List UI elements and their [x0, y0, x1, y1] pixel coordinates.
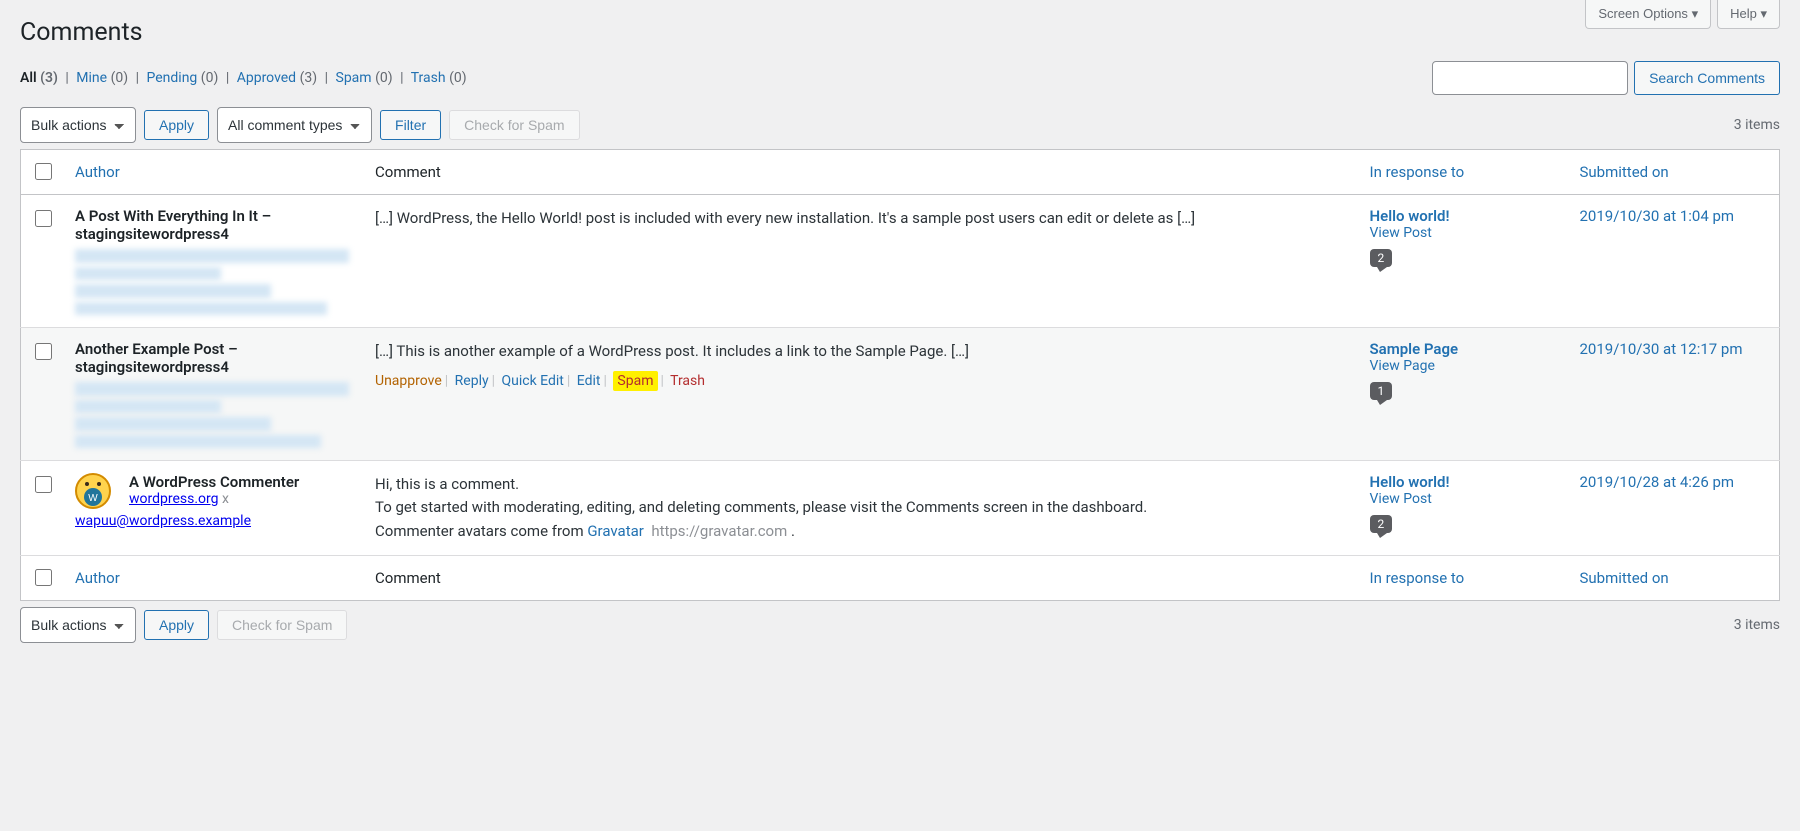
author-site[interactable]: wordpress.org: [129, 491, 219, 507]
col-comment: Comment: [365, 555, 1360, 600]
col-response[interactable]: In response to: [1360, 555, 1570, 600]
comment-types-select[interactable]: All comment types: [217, 107, 372, 143]
response-title[interactable]: Hello world!: [1370, 473, 1560, 491]
comment-text: […] This is another example of a WordPre…: [375, 340, 1350, 363]
page-title: Comments: [20, 18, 1780, 47]
items-count-bottom: 3 items: [1734, 617, 1780, 633]
apply-button-bottom[interactable]: Apply: [144, 610, 209, 640]
filter-spam[interactable]: Spam (0): [336, 70, 393, 86]
col-author[interactable]: Author: [65, 150, 365, 195]
date-link[interactable]: 2019/10/30 at 1:04 pm: [1580, 207, 1735, 225]
comments-table: Author Comment In response to Submitted …: [20, 149, 1780, 601]
author-email[interactable]: wapuu@wordpress.example: [75, 513, 251, 529]
filter-button[interactable]: Filter: [380, 110, 441, 140]
filter-approved[interactable]: Approved (3): [237, 70, 317, 86]
caret-down-icon: ▾: [1760, 6, 1767, 21]
table-row: W A WordPress Commenter wordpress.org x …: [21, 461, 1780, 556]
row-checkbox[interactable]: [35, 343, 52, 360]
response-view[interactable]: View Post: [1370, 491, 1560, 507]
row-actions: Unapprove| Reply| Quick Edit| Edit| Spam…: [375, 373, 1350, 389]
comment-text: Hi, this is a comment. To get started wi…: [365, 461, 1360, 556]
author-name: A Post With Everything In It – stagingsi…: [75, 207, 355, 243]
caret-down-icon: ▾: [1692, 6, 1699, 21]
filter-trash[interactable]: Trash (0): [411, 70, 467, 86]
select-all-checkbox-bottom[interactable]: [35, 569, 52, 586]
table-row: A Post With Everything In It – stagingsi…: [21, 195, 1780, 328]
comment-count-bubble[interactable]: 1: [1370, 382, 1393, 400]
select-all-checkbox[interactable]: [35, 163, 52, 180]
screen-options-button[interactable]: Screen Options ▾: [1585, 0, 1711, 29]
response-title[interactable]: Hello world!: [1370, 207, 1560, 225]
col-date[interactable]: Submitted on: [1570, 555, 1780, 600]
help-button[interactable]: Help ▾: [1717, 0, 1780, 29]
action-trash[interactable]: Trash: [670, 373, 705, 389]
col-author[interactable]: Author: [65, 555, 365, 600]
response-view[interactable]: View Post: [1370, 225, 1560, 241]
svg-text:W: W: [88, 493, 98, 504]
col-date[interactable]: Submitted on: [1570, 150, 1780, 195]
response-title[interactable]: Sample Page: [1370, 340, 1560, 358]
remove-link-icon[interactable]: x: [222, 491, 229, 507]
col-response[interactable]: In response to: [1360, 150, 1570, 195]
search-input[interactable]: [1432, 61, 1628, 95]
apply-button[interactable]: Apply: [144, 110, 209, 140]
filter-all[interactable]: All (3): [20, 70, 58, 86]
filter-pending[interactable]: Pending (0): [147, 70, 219, 86]
check-spam-button[interactable]: Check for Spam: [449, 110, 579, 140]
action-edit[interactable]: Edit: [577, 373, 601, 389]
comment-text: […] WordPress, the Hello World! post is …: [365, 195, 1360, 328]
date-link[interactable]: 2019/10/30 at 12:17 pm: [1580, 340, 1743, 358]
redacted-block: [75, 249, 355, 315]
items-count: 3 items: [1734, 117, 1780, 133]
comment-count-bubble[interactable]: 2: [1370, 515, 1393, 533]
action-unapprove[interactable]: Unapprove: [375, 373, 442, 389]
screen-options-label: Screen Options: [1598, 6, 1688, 21]
gravatar-link[interactable]: Gravatar: [587, 522, 644, 540]
bulk-actions-select-bottom[interactable]: Bulk actions: [20, 607, 136, 643]
author-name: A WordPress Commenter: [129, 473, 299, 491]
col-comment: Comment: [365, 150, 1360, 195]
row-checkbox[interactable]: [35, 476, 52, 493]
redacted-block: [75, 382, 355, 448]
avatar: W: [75, 473, 111, 509]
action-spam[interactable]: Spam: [617, 373, 653, 389]
response-view[interactable]: View Page: [1370, 358, 1560, 374]
row-checkbox[interactable]: [35, 210, 52, 227]
comment-count-bubble[interactable]: 2: [1370, 249, 1393, 267]
table-row: Another Example Post – stagingsitewordpr…: [21, 328, 1780, 461]
search-comments-button[interactable]: Search Comments: [1634, 61, 1780, 95]
action-quick-edit[interactable]: Quick Edit: [502, 373, 564, 389]
bulk-actions-select[interactable]: Bulk actions: [20, 107, 136, 143]
help-label: Help: [1730, 6, 1757, 21]
filter-links: All (3) | Mine (0) | Pending (0) | Appro…: [20, 70, 467, 86]
filter-mine[interactable]: Mine (0): [76, 70, 128, 86]
action-reply[interactable]: Reply: [455, 373, 489, 389]
check-spam-button-bottom[interactable]: Check for Spam: [217, 610, 347, 640]
author-name: Another Example Post – stagingsitewordpr…: [75, 340, 355, 376]
date-link[interactable]: 2019/10/28 at 4:26 pm: [1580, 473, 1735, 491]
